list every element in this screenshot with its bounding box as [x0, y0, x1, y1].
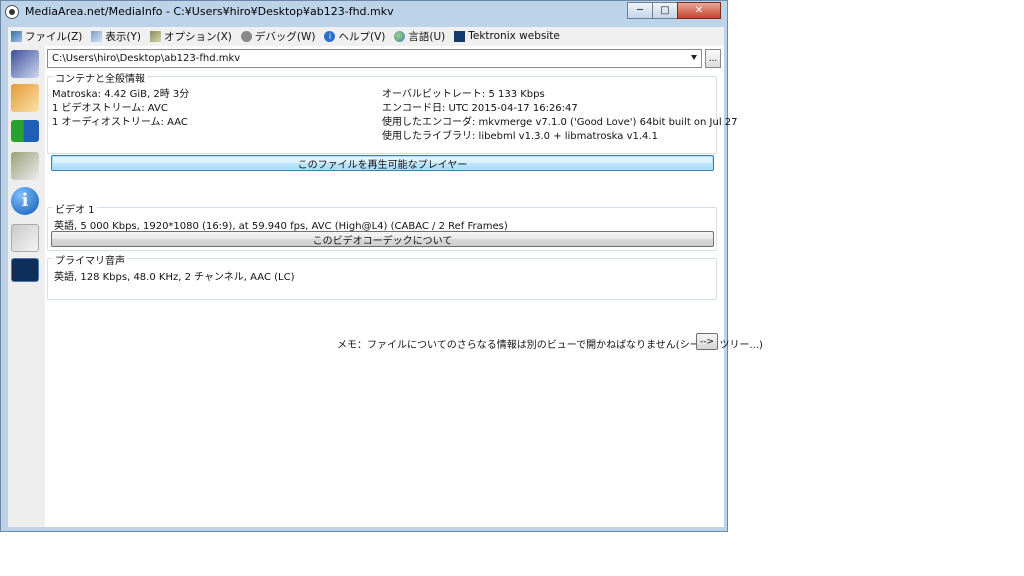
video-stream-group: ビデオ 1 英語, 5 000 Kbps, 1920*1080 (16:9), …	[47, 201, 717, 251]
file-path-value: C:\Users\hiro\Desktop\ab123-fhd.mkv	[52, 53, 241, 64]
general-library-line: 使用したライブラリ: libebml v1.3.0 + libmatroska …	[382, 131, 658, 142]
general-video-count-line: 1 ビデオストリーム: AVC	[52, 103, 168, 114]
info-panel: C:\Users\hiro\Desktop\ab123-fhd.mkv ... …	[45, 46, 763, 527]
options-icon	[150, 30, 161, 42]
video-stream-line: 英語, 5 000 Kbps, 1920*1080 (16:9), at 59.…	[54, 221, 508, 232]
menu-tektronix-label: Tektronix website	[468, 30, 560, 42]
tektronix-icon[interactable]	[11, 258, 39, 282]
debug-icon	[240, 30, 252, 42]
open-folder-icon[interactable]	[11, 84, 39, 112]
general-bitrate-line: オーバルビットレート: 5 133 Kbps	[382, 89, 545, 100]
export-info-icon[interactable]	[11, 120, 39, 142]
options-tools-icon[interactable]	[11, 152, 39, 180]
menu-debug-label: デバッグ(W)	[254, 30, 316, 43]
close-button[interactable]: ✕	[677, 2, 721, 19]
next-view-button[interactable]: -->	[696, 333, 718, 350]
open-file-icon[interactable]	[11, 50, 39, 78]
view-icon	[91, 30, 103, 42]
title-bar[interactable]: MediaArea.net/MediaInfo - C:¥Users¥hiro¥…	[1, 1, 727, 23]
menu-options[interactable]: オプション(X)	[150, 29, 232, 44]
audio-stream-line: 英語, 128 Kbps, 48.0 KHz, 2 チャンネル, AAC (LC…	[54, 272, 295, 283]
window-title: MediaArea.net/MediaInfo - C:¥Users¥hiro¥…	[25, 5, 394, 18]
chevron-down-icon[interactable]	[691, 55, 697, 60]
menu-help-label: ヘルプ(V)	[338, 30, 386, 43]
file-icon	[11, 30, 22, 42]
mediainfo-window: MediaArea.net/MediaInfo - C:¥Users¥hiro¥…	[0, 0, 763, 532]
menu-file-label: ファイル(Z)	[25, 30, 83, 43]
sidebar-toolbar: i	[8, 46, 45, 527]
file-path-row: C:\Users\hiro\Desktop\ab123-fhd.mkv ...	[47, 49, 721, 69]
general-info-title: コンテナと全般情報	[53, 70, 147, 85]
menu-help[interactable]: i ヘルプ(V)	[324, 29, 385, 44]
general-encoded-date-line: エンコード日: UTC 2015-04-17 16:26:47	[382, 103, 578, 114]
about-icon[interactable]: i	[11, 187, 39, 215]
language-icon	[394, 30, 406, 42]
general-info-group: コンテナと全般情報 Matroska: 4.42 GiB, 2時 3分 1 ビデ…	[47, 70, 738, 171]
menu-view-label: 表示(Y)	[105, 30, 141, 43]
help-icon: i	[324, 30, 336, 42]
general-format-line: Matroska: 4.42 GiB, 2時 3分	[52, 89, 190, 100]
menu-options-label: オプション(X)	[164, 30, 232, 43]
video-stream-title: ビデオ 1	[53, 201, 97, 216]
compatible-players-button[interactable]: このファイルを再生可能なプレイヤー	[51, 155, 714, 171]
maximize-button[interactable]: □	[652, 2, 678, 19]
menu-debug[interactable]: デバッグ(W)	[240, 29, 316, 44]
window-controls: ─ □ ✕	[627, 2, 721, 19]
copy-clipboard-icon[interactable]	[11, 224, 39, 252]
mediainfo-app-icon	[5, 5, 19, 19]
audio-stream-title: プライマリ音声	[53, 252, 127, 267]
menu-bar: ファイル(Z) 表示(Y) オプション(X) デバッグ(W) i ヘルプ(V) …	[8, 27, 724, 45]
audio-stream-group: プライマリ音声 英語, 128 Kbps, 48.0 KHz, 2 チャンネル,…	[47, 252, 717, 300]
menu-language-label: 言語(U)	[408, 30, 446, 43]
menu-language[interactable]: 言語(U)	[394, 29, 445, 44]
general-audio-count-line: 1 オーディオストリーム: AAC	[52, 117, 188, 128]
general-encoder-line: 使用したエンコーダ: mkvmerge v7.1.0 ('Good Love')…	[382, 117, 738, 128]
menu-file[interactable]: ファイル(Z)	[11, 29, 82, 44]
menu-tektronix[interactable]: Tektronix website	[454, 30, 560, 42]
tektronix-icon	[454, 30, 466, 42]
minimize-button[interactable]: ─	[627, 2, 653, 19]
client-area: ファイル(Z) 表示(Y) オプション(X) デバッグ(W) i ヘルプ(V) …	[8, 27, 763, 527]
video-codec-info-button[interactable]: このビデオコーデックについて	[51, 231, 714, 247]
file-path-combobox[interactable]: C:\Users\hiro\Desktop\ab123-fhd.mkv	[47, 49, 702, 68]
menu-view[interactable]: 表示(Y)	[91, 29, 141, 44]
browse-button[interactable]: ...	[705, 49, 721, 68]
